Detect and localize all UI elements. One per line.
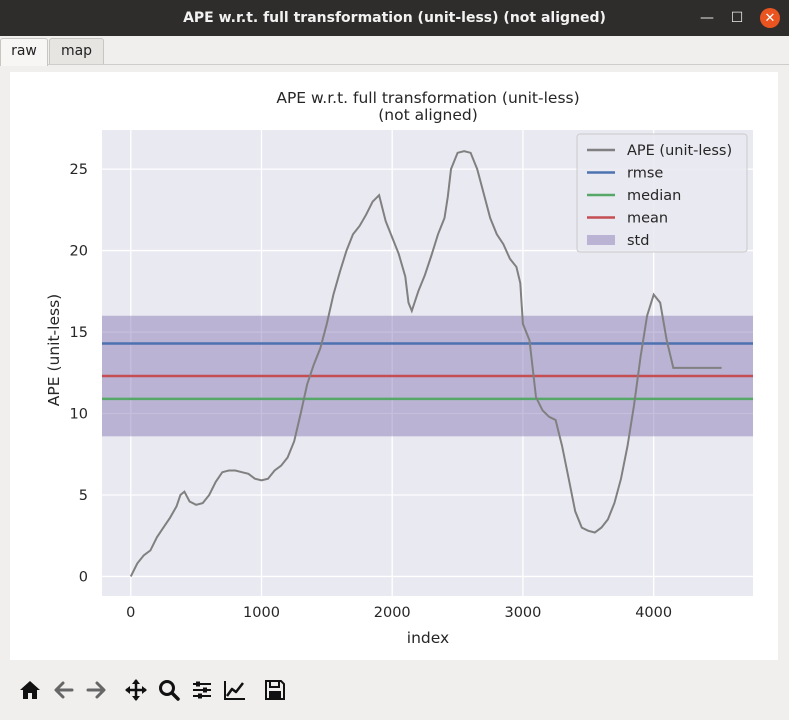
x-tick-label: 4000 [635, 605, 672, 621]
chart-subtitle: (not aligned) [378, 106, 478, 124]
tab-bar: raw map [0, 36, 789, 66]
legend-swatch [587, 235, 615, 245]
home-icon [20, 681, 40, 699]
legend-label: median [627, 188, 681, 204]
legend-label: std [627, 233, 649, 249]
legend-label: APE (unit-less) [627, 143, 732, 159]
navigation-toolbar [0, 666, 789, 716]
close-button[interactable]: ✕ [760, 8, 780, 28]
legend: APE (unit-less) rmse median mean std [576, 133, 748, 253]
minimize-button[interactable]: — [697, 8, 717, 28]
forward-arrow-icon [86, 681, 106, 699]
forward-button[interactable] [82, 676, 110, 704]
plot-area: 0 1000 2000 3000 4000 0 5 10 15 20 25 APE (unit-les… [70, 130, 753, 621]
tab-raw[interactable]: raw [0, 38, 48, 66]
x-axis-label: index [407, 629, 449, 647]
x-tick-label: 3000 [504, 605, 541, 621]
y-tick-label: 20 [70, 244, 88, 260]
edit-axis-curves-icon [224, 681, 245, 700]
y-tick-label: 5 [79, 488, 88, 504]
legend-label: rmse [627, 166, 663, 182]
legend-label: mean [627, 211, 668, 227]
x-tick-label: 2000 [374, 605, 411, 621]
y-tick-label: 15 [70, 325, 88, 341]
save-button[interactable] [261, 676, 289, 704]
y-tick-label: 25 [70, 162, 88, 178]
window-title: APE w.r.t. full transformation (unit-les… [183, 10, 606, 26]
y-axis-label: APE (unit-less) [45, 294, 63, 406]
figure-canvas: APE w.r.t. full transformation (unit-les… [10, 72, 778, 660]
save-figure-icon [265, 680, 285, 700]
zoom-magnifier-icon [159, 680, 180, 701]
home-button[interactable] [16, 676, 44, 704]
back-arrow-icon [54, 681, 74, 699]
maximize-button[interactable]: ☐ [727, 8, 747, 28]
pan-move-icon [125, 679, 147, 701]
y-tick-label: 0 [79, 569, 88, 585]
edit-axis-button[interactable] [221, 676, 249, 704]
configure-subplots-icon [193, 681, 211, 699]
zoom-button[interactable] [155, 676, 183, 704]
back-button[interactable] [50, 676, 78, 704]
y-tick-label: 10 [70, 407, 88, 423]
window-titlebar: APE w.r.t. full transformation (unit-les… [0, 0, 789, 36]
chart-title: APE w.r.t. full transformation (unit-les… [276, 89, 579, 107]
tab-map[interactable]: map [49, 38, 104, 64]
x-tick-label: 0 [126, 605, 135, 621]
ape-chart: APE w.r.t. full transformation (unit-les… [45, 89, 753, 647]
configure-subplots-button[interactable] [188, 676, 216, 704]
x-tick-label: 1000 [243, 605, 280, 621]
pan-button[interactable] [122, 676, 150, 704]
